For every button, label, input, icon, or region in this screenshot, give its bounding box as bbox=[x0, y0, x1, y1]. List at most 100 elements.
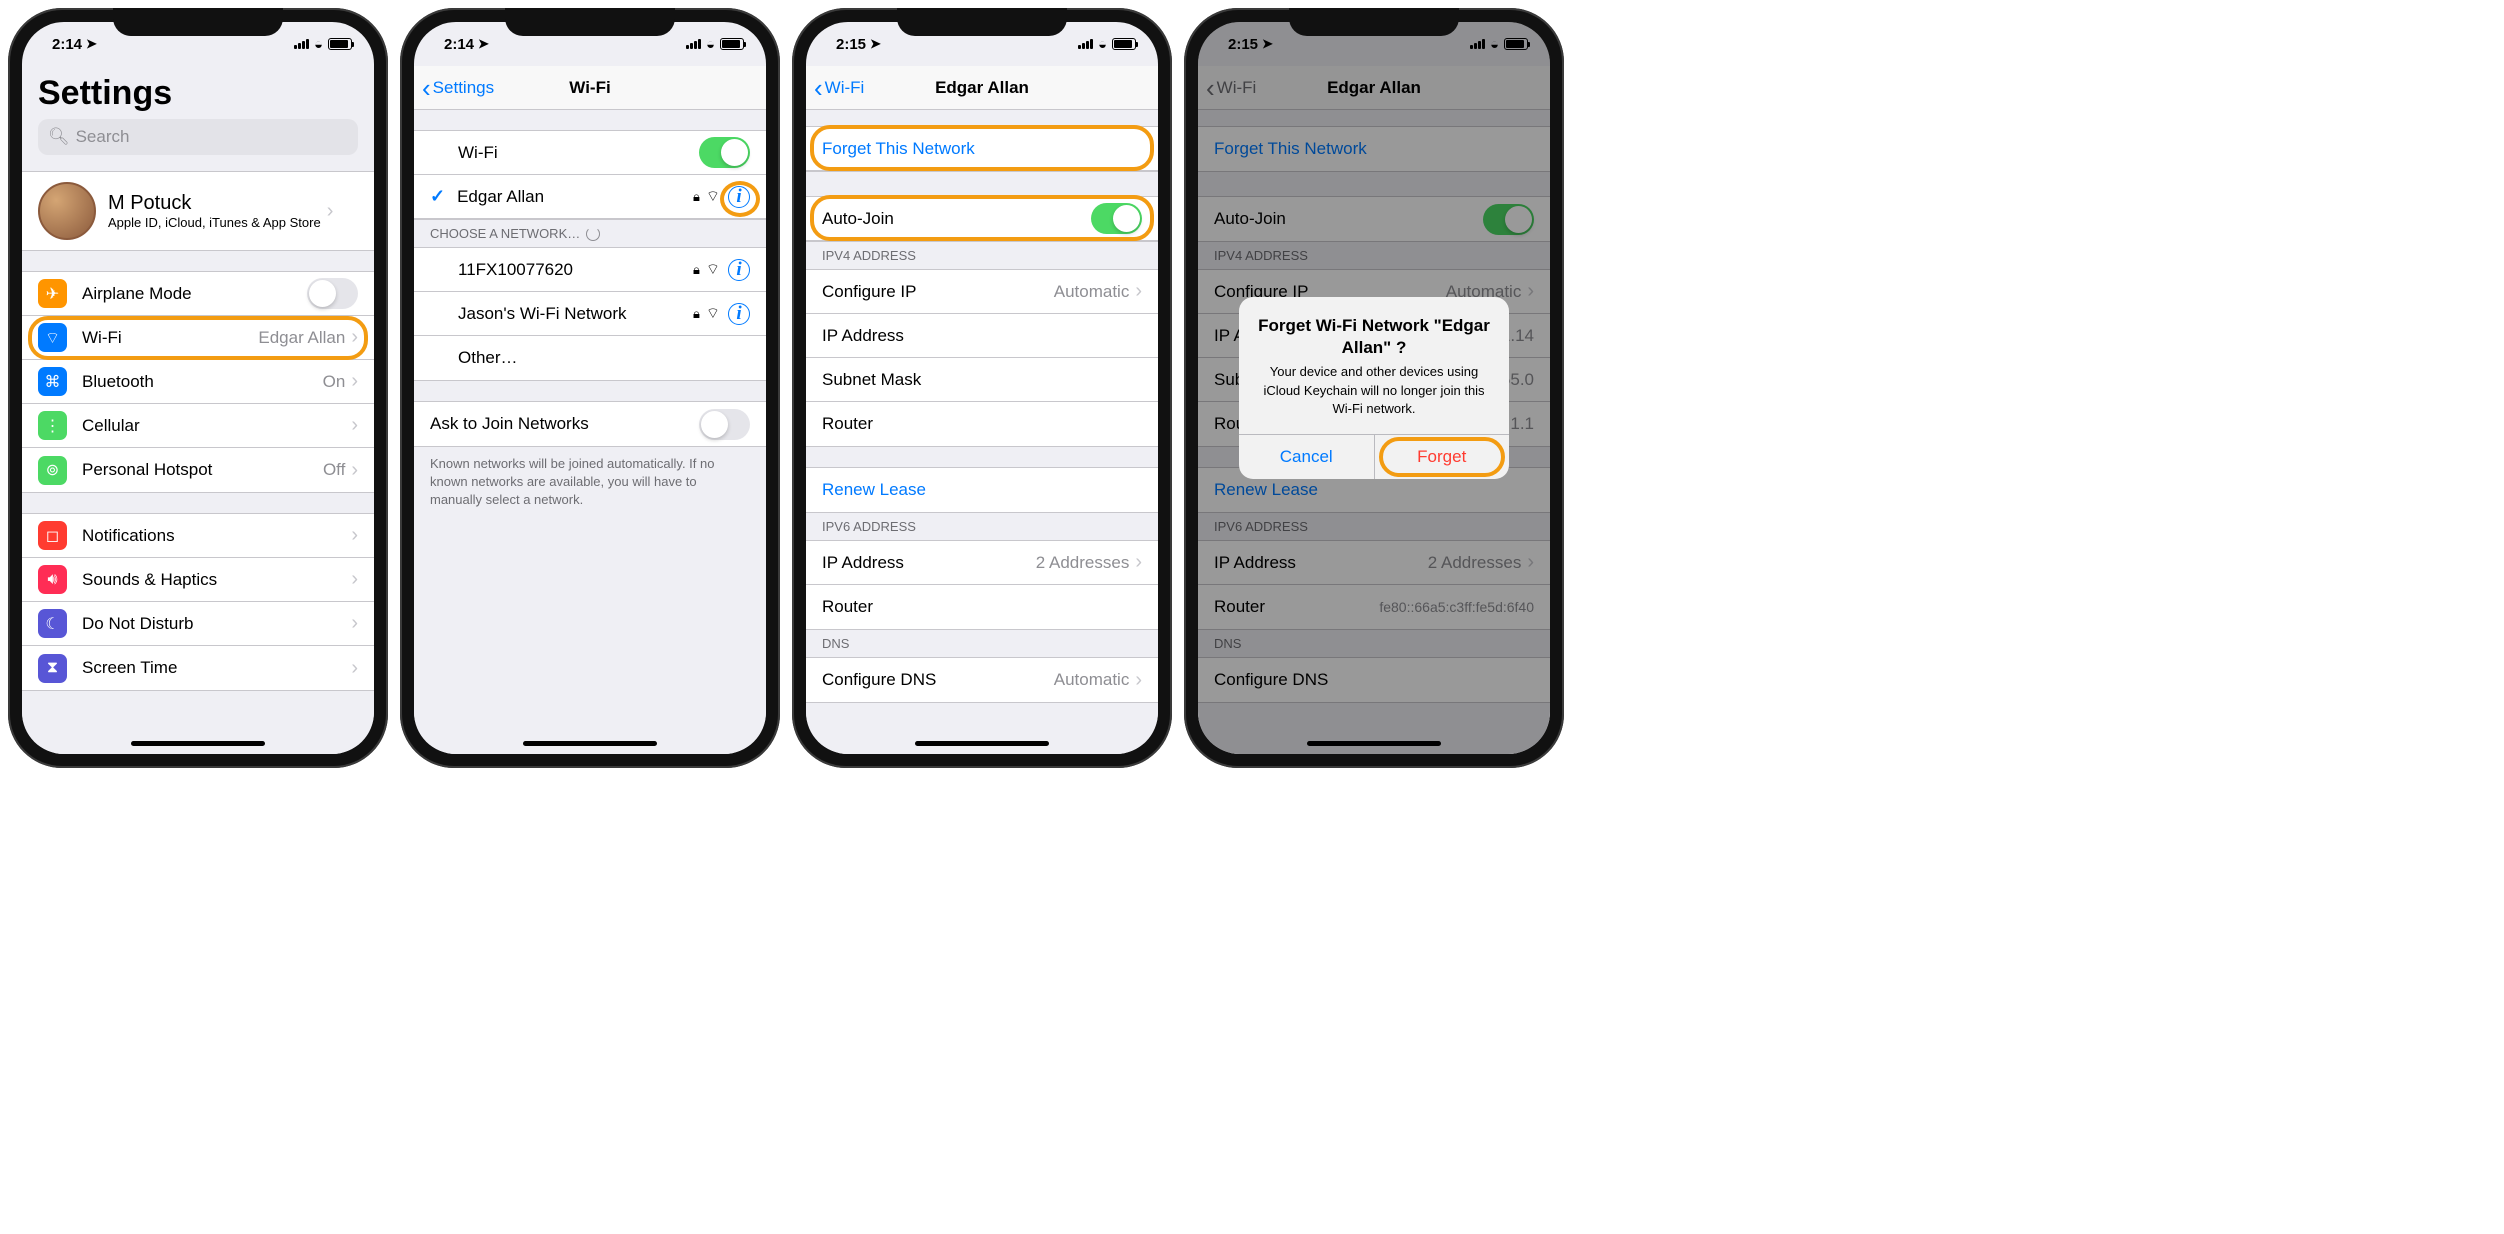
home-indicator[interactable] bbox=[131, 741, 265, 746]
wifi-toggle[interactable] bbox=[699, 137, 750, 168]
back-button[interactable]: ‹Wi-Fi bbox=[806, 75, 864, 101]
configure-dns-cell[interactable]: Configure DNSAutomatic› bbox=[806, 658, 1158, 702]
avatar bbox=[38, 182, 96, 240]
lock-icon: 🔒︎ bbox=[693, 189, 700, 205]
wifi-strength-icon: ⌔ bbox=[706, 187, 720, 206]
chevron-right-icon: › bbox=[351, 414, 358, 437]
hotspot-label: Personal Hotspot bbox=[82, 460, 323, 480]
bluetooth-cell[interactable]: ⌘BluetoothOn› bbox=[22, 360, 374, 404]
search-input[interactable]: 🔍︎Search bbox=[38, 119, 358, 155]
notifications-icon: ◻ bbox=[38, 521, 67, 550]
configure-ip-value: Automatic bbox=[1054, 282, 1130, 302]
location-icon: ➤ bbox=[870, 36, 881, 52]
ask-toggle[interactable] bbox=[699, 409, 750, 440]
notch bbox=[113, 8, 283, 36]
wifi-toggle-label: Wi-Fi bbox=[430, 143, 699, 163]
current-network-label: Edgar Allan bbox=[457, 187, 693, 207]
home-indicator[interactable] bbox=[915, 741, 1049, 746]
cellular-cell[interactable]: ⋮Cellular› bbox=[22, 404, 374, 448]
status-time: 2:14 bbox=[52, 36, 82, 53]
screen-network-detail: 2:15➤ ◒ ‹Wi-Fi Edgar Allan Forget This N… bbox=[806, 22, 1158, 754]
notch bbox=[1289, 8, 1459, 36]
settings-content[interactable]: Settings 🔍︎Search M PotuckApple ID, iClo… bbox=[22, 66, 374, 754]
back-label: Wi-Fi bbox=[825, 78, 865, 98]
dnd-label: Do Not Disturb bbox=[82, 614, 345, 634]
current-network-cell[interactable]: ✓Edgar Allan🔒︎⌔i bbox=[414, 175, 766, 219]
page-title: Settings bbox=[22, 66, 374, 119]
autojoin-label: Auto-Join bbox=[822, 209, 1091, 229]
router-cell: Router bbox=[806, 402, 1158, 446]
chevron-right-icon: › bbox=[327, 200, 334, 223]
dnd-cell[interactable]: ☾Do Not Disturb› bbox=[22, 602, 374, 646]
hotspot-cell[interactable]: ⊚Personal HotspotOff› bbox=[22, 448, 374, 492]
router-label: Router bbox=[822, 414, 1142, 434]
screentime-label: Screen Time bbox=[82, 658, 345, 678]
dns-value: Automatic bbox=[1054, 670, 1130, 690]
ask-label: Ask to Join Networks bbox=[430, 414, 699, 434]
autojoin-toggle[interactable] bbox=[1091, 203, 1142, 234]
phone-2: 2:14➤ ◒ ‹Settings Wi-Fi Wi-Fi ✓Edgar All… bbox=[400, 8, 780, 768]
apple-id-cell[interactable]: M PotuckApple ID, iCloud, iTunes & App S… bbox=[22, 172, 374, 250]
back-button[interactable]: ‹Settings bbox=[414, 75, 494, 101]
info-icon[interactable]: i bbox=[728, 186, 750, 208]
autojoin-cell: Auto-Join bbox=[806, 197, 1158, 241]
battery-icon bbox=[328, 38, 352, 50]
info-icon[interactable]: i bbox=[728, 259, 750, 281]
nav-bar: ‹Settings Wi-Fi bbox=[414, 66, 766, 110]
lock-icon: 🔒︎ bbox=[693, 306, 700, 322]
forget-network-cell[interactable]: Forget This Network bbox=[806, 127, 1158, 171]
notch bbox=[897, 8, 1067, 36]
wifi-cell[interactable]: ⌔Wi-FiEdgar Allan› bbox=[22, 316, 374, 360]
info-icon[interactable]: i bbox=[728, 303, 750, 325]
chevron-right-icon: › bbox=[1135, 280, 1142, 303]
sounds-icon: 🔊︎ bbox=[38, 565, 67, 594]
configure-ip-cell[interactable]: Configure IPAutomatic› bbox=[806, 270, 1158, 314]
phone-1: 2:14➤ ◒ Settings 🔍︎Search M PotuckApple … bbox=[8, 8, 388, 768]
ip-address-cell: IP Address bbox=[806, 314, 1158, 358]
network-cell[interactable]: Jason's Wi-Fi Network🔒︎⌔i bbox=[414, 292, 766, 336]
wifi-strength-icon: ⌔ bbox=[706, 260, 720, 279]
airplane-label: Airplane Mode bbox=[82, 284, 307, 304]
chevron-left-icon: ‹ bbox=[422, 75, 431, 101]
hotspot-value: Off bbox=[323, 460, 345, 480]
location-icon: ➤ bbox=[478, 36, 489, 52]
detail-content[interactable]: Forget This Network Auto-Join IPV4 ADDRE… bbox=[806, 110, 1158, 754]
home-indicator[interactable] bbox=[523, 741, 657, 746]
forget-button[interactable]: Forget bbox=[1375, 435, 1510, 479]
ipv6-ip-label: IP Address bbox=[822, 553, 1036, 573]
screentime-cell[interactable]: ⧗Screen Time› bbox=[22, 646, 374, 690]
renew-lease-cell[interactable]: Renew Lease bbox=[806, 468, 1158, 512]
screen-settings: 2:14➤ ◒ Settings 🔍︎Search M PotuckApple … bbox=[22, 22, 374, 754]
wifi-toggle-cell: Wi-Fi bbox=[414, 131, 766, 175]
notifications-cell[interactable]: ◻Notifications› bbox=[22, 514, 374, 558]
other-network-cell[interactable]: Other… bbox=[414, 336, 766, 380]
other-label: Other… bbox=[430, 348, 750, 368]
airplane-toggle[interactable] bbox=[307, 278, 358, 309]
dns-label: Configure DNS bbox=[822, 670, 1054, 690]
ipv6-ip-cell[interactable]: IP Address2 Addresses› bbox=[806, 541, 1158, 585]
notch bbox=[505, 8, 675, 36]
battery-icon bbox=[720, 38, 744, 50]
airplane-icon: ✈ bbox=[38, 279, 67, 308]
wifi-content[interactable]: Wi-Fi ✓Edgar Allan🔒︎⌔i CHOOSE A NETWORK…… bbox=[414, 110, 766, 754]
ip-address-label: IP Address bbox=[822, 326, 1142, 346]
wifi-icon: ◒ bbox=[314, 36, 323, 53]
sounds-cell[interactable]: 🔊︎Sounds & Haptics› bbox=[22, 558, 374, 602]
airplane-mode-cell[interactable]: ✈ Airplane Mode bbox=[22, 272, 374, 316]
network-name: Jason's Wi-Fi Network bbox=[430, 304, 693, 324]
signal-icon bbox=[1078, 39, 1093, 49]
profile-sub: Apple ID, iCloud, iTunes & App Store bbox=[108, 215, 321, 230]
location-icon: ➤ bbox=[86, 36, 97, 52]
screentime-icon: ⧗ bbox=[38, 654, 67, 683]
signal-icon bbox=[294, 39, 309, 49]
phone-3: 2:15➤ ◒ ‹Wi-Fi Edgar Allan Forget This N… bbox=[792, 8, 1172, 768]
bluetooth-label: Bluetooth bbox=[82, 372, 323, 392]
choose-network-header: CHOOSE A NETWORK… bbox=[414, 220, 766, 247]
search-icon: 🔍︎ bbox=[48, 127, 70, 147]
phone-4: 2:15➤ ◒ ‹Wi-Fi Edgar Allan Forget This N… bbox=[1184, 8, 1564, 768]
chevron-right-icon: › bbox=[351, 524, 358, 547]
forget-alert: Forget Wi-Fi Network "Edgar Allan" ? You… bbox=[1239, 297, 1509, 479]
network-cell[interactable]: 11FX10077620🔒︎⌔i bbox=[414, 248, 766, 292]
cancel-button[interactable]: Cancel bbox=[1239, 435, 1375, 479]
ask-footer: Known networks will be joined automatica… bbox=[414, 447, 766, 518]
